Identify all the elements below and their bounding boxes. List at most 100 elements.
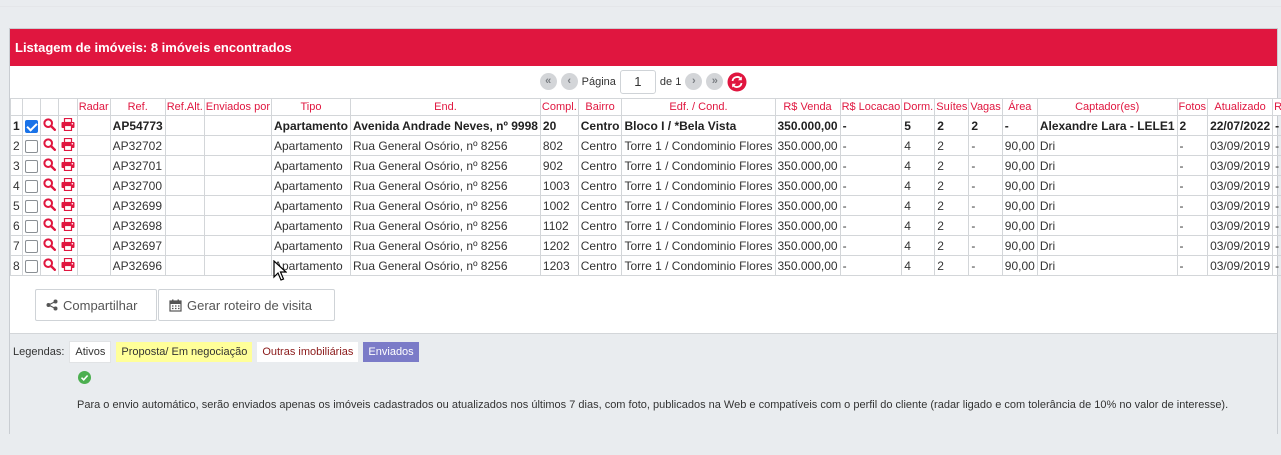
first-page-icon[interactable]: «	[539, 73, 557, 90]
ref-alt-cell	[164, 235, 205, 256]
cond-cell: -	[1272, 235, 1281, 256]
captador-cell: Dri	[1036, 155, 1178, 176]
tipo-cell: Apartamento	[270, 195, 352, 216]
row-number: 2	[10, 135, 23, 156]
captador-cell: Dri	[1036, 235, 1178, 256]
col-vagas[interactable]: Vagas	[968, 98, 1003, 116]
compl-cell: 1203	[539, 255, 579, 276]
col-enviados[interactable]: Enviados por	[203, 98, 273, 116]
search-icon[interactable]	[43, 137, 56, 154]
legend-outras: Outras imobiliárias	[257, 342, 359, 362]
print-icon[interactable]	[61, 257, 75, 274]
col-fotos[interactable]: Fotos	[1176, 98, 1209, 116]
dorm-cell: 4	[901, 255, 936, 276]
print-icon[interactable]	[61, 177, 75, 194]
legend-proposta: Proposta/ Em negociação	[116, 342, 253, 362]
share-button[interactable]: Compartilhar	[35, 289, 157, 321]
print-icon[interactable]	[61, 157, 75, 174]
print-icon[interactable]	[61, 237, 75, 254]
cond-cell: -	[1272, 195, 1281, 216]
col-edf[interactable]: Edf. / Cond.	[621, 98, 776, 116]
enviados-cell	[203, 155, 273, 176]
print-cell	[57, 115, 78, 136]
row-checkbox[interactable]	[24, 139, 38, 153]
row-checkbox[interactable]	[24, 259, 38, 273]
edf-cell: Torre 1 / Condominio Flores	[621, 255, 776, 276]
refresh-icon[interactable]	[727, 72, 747, 92]
table-row[interactable]: 7 AP32697 Apartamento Rua General Osório, n…	[10, 235, 1281, 256]
table-row[interactable]: 3 AP32701 Apartamento Rua General Osório, n…	[10, 155, 1281, 176]
next-page-icon[interactable]: ›	[685, 73, 703, 90]
col-compl[interactable]: Compl.	[539, 98, 579, 116]
vagas-cell: -	[968, 255, 1003, 276]
search-icon[interactable]	[43, 197, 56, 214]
table-row[interactable]: 4 AP32700 Apartamento Rua General Osório, n…	[10, 175, 1281, 196]
row-checkbox[interactable]	[24, 179, 38, 193]
venda-cell: 350.000,00	[774, 195, 841, 216]
suites-cell: 2	[934, 235, 970, 256]
col-radar[interactable]: Radar	[76, 98, 111, 116]
search-icon[interactable]	[43, 237, 56, 254]
table-row[interactable]: 6 AP32698 Apartamento Rua General Osório, n…	[10, 215, 1281, 236]
col-atualizado[interactable]: Atualizado	[1207, 98, 1274, 116]
col-captador[interactable]: Captador(es)	[1036, 98, 1178, 116]
vagas-cell: -	[968, 195, 1003, 216]
row-number: 4	[10, 175, 23, 196]
col-end[interactable]: End.	[350, 98, 541, 116]
row-checkbox[interactable]	[24, 239, 38, 253]
search-icon[interactable]	[43, 157, 56, 174]
bairro-cell: Centro	[577, 215, 623, 236]
select-cell	[21, 155, 41, 176]
prev-page-icon[interactable]: ‹	[560, 73, 578, 90]
fotos-cell: -	[1176, 215, 1209, 236]
search-icon[interactable]	[43, 177, 56, 194]
view-cell	[39, 255, 59, 276]
col-venda[interactable]: R$ Venda	[774, 98, 841, 116]
page-input[interactable]	[619, 69, 656, 94]
venda-cell: 350.000,00	[774, 175, 841, 196]
edf-cell: Torre 1 / Condominio Flores	[621, 235, 776, 256]
area-cell: -	[1001, 115, 1038, 136]
radar-cell	[76, 135, 111, 156]
print-icon[interactable]	[61, 137, 75, 154]
vagas-cell: -	[968, 215, 1003, 236]
col-ref[interactable]: Ref.	[109, 98, 166, 116]
table-row[interactable]: 1 AP54773 Apartamento Avenida Andrade Neves…	[10, 115, 1281, 136]
captador-cell: Dri	[1036, 175, 1178, 196]
end-cell: Rua General Osório, nº 8256	[350, 155, 541, 176]
col-cond[interactable]: R$ Cond.	[1272, 98, 1281, 116]
search-icon[interactable]	[43, 217, 56, 234]
col-bairro[interactable]: Bairro	[577, 98, 623, 116]
row-checkbox[interactable]	[24, 219, 38, 233]
table-row[interactable]: 5 AP32699 Apartamento Rua General Osório, n…	[10, 195, 1281, 216]
last-page-icon[interactable]: »	[706, 73, 724, 90]
col-locacao[interactable]: R$ Locacao	[839, 98, 903, 116]
search-icon[interactable]	[43, 257, 56, 274]
cond-cell: -	[1272, 115, 1281, 136]
route-button[interactable]: Gerar roteiro de visita	[158, 289, 335, 321]
locacao-cell: -	[839, 195, 903, 216]
print-icon[interactable]	[61, 217, 75, 234]
col-area[interactable]: Área	[1001, 98, 1038, 116]
row-checkbox[interactable]	[24, 199, 38, 213]
view-cell	[39, 135, 59, 156]
print-icon[interactable]	[61, 117, 75, 134]
compl-cell: 1102	[539, 215, 579, 236]
col-tipo[interactable]: Tipo	[270, 98, 352, 116]
print-icon[interactable]	[61, 197, 75, 214]
table-row[interactable]: 8 AP32696 Apartamento Rua General Osório, n…	[10, 255, 1281, 276]
row-checkbox[interactable]	[24, 119, 38, 133]
enviados-cell	[203, 115, 273, 136]
suites-cell: 2	[934, 255, 970, 276]
col-ref-alt[interactable]: Ref.Alt.	[164, 98, 205, 116]
col-suites[interactable]: Suítes	[934, 98, 970, 116]
vagas-cell: -	[968, 235, 1003, 256]
legend-footer: Legendas: Ativos Proposta/ Em negociação…	[10, 333, 1277, 434]
row-checkbox[interactable]	[24, 159, 38, 173]
search-icon[interactable]	[43, 117, 56, 134]
venda-cell: 350.000,00	[774, 155, 841, 176]
col-dorm[interactable]: Dorm.	[901, 98, 936, 116]
select-cell	[21, 135, 41, 156]
table-row[interactable]: 2 AP32702 Apartamento Rua General Osório, n…	[10, 135, 1281, 156]
radar-cell	[76, 255, 111, 276]
